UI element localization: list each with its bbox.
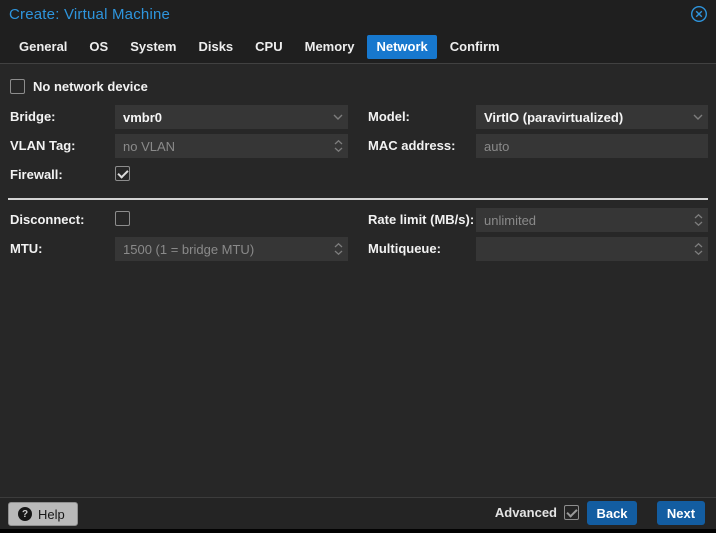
chevron-down-icon[interactable]: [328, 105, 348, 129]
tab-cpu[interactable]: CPU: [246, 35, 291, 59]
dialog-title: Create: Virtual Machine: [9, 6, 171, 23]
network-panel: No network device Bridge: Model: VLAN Ta…: [0, 65, 716, 497]
mac-address-field: [476, 134, 708, 158]
spinner-up-down-icon[interactable]: [328, 134, 348, 158]
dialog-footer: ? Help Advanced Back Next: [0, 497, 716, 529]
firewall-checkbox[interactable]: [115, 166, 130, 181]
model-combo: [476, 105, 708, 129]
multiqueue-spinner-field: [476, 237, 708, 261]
spinner-up-down-icon[interactable]: [688, 208, 708, 232]
rate-limit-spinner-field: [476, 208, 708, 232]
rate-limit-input[interactable]: [476, 208, 688, 232]
tab-memory[interactable]: Memory: [296, 35, 364, 59]
rate-limit-label: Rate limit (MB/s):: [368, 212, 475, 227]
firewall-label: Firewall:: [10, 167, 63, 182]
model-input[interactable]: [476, 105, 688, 129]
tab-network[interactable]: Network: [367, 35, 437, 59]
section-divider: [8, 198, 708, 200]
help-icon: ?: [18, 507, 32, 521]
multiqueue-label: Multiqueue:: [368, 241, 441, 256]
create-vm-dialog: Create: Virtual Machine General OS Syste…: [0, 0, 716, 533]
back-button[interactable]: Back: [587, 501, 637, 525]
next-button[interactable]: Next: [657, 501, 705, 525]
help-button[interactable]: ? Help: [8, 502, 78, 526]
mtu-label: MTU:: [10, 241, 43, 256]
mtu-spinner-field: [115, 237, 348, 261]
chevron-down-icon[interactable]: [688, 105, 708, 129]
no-network-device-row: No network device: [10, 79, 148, 94]
window-bottom-edge: [0, 529, 716, 533]
disconnect-checkbox[interactable]: [115, 211, 130, 226]
vlan-input[interactable]: [115, 134, 328, 158]
wizard-tabs: General OS System Disks CPU Memory Netwo…: [10, 35, 509, 59]
tab-general[interactable]: General: [10, 35, 76, 59]
tab-system[interactable]: System: [121, 35, 185, 59]
tab-os[interactable]: OS: [80, 35, 117, 59]
tab-confirm[interactable]: Confirm: [441, 35, 509, 59]
mtu-input[interactable]: [115, 237, 328, 261]
no-network-device-checkbox[interactable]: [10, 79, 25, 94]
help-button-label: Help: [38, 506, 65, 522]
vlan-label: VLAN Tag:: [10, 138, 76, 153]
close-icon[interactable]: [690, 5, 708, 23]
advanced-toggle-row: Advanced: [495, 505, 579, 520]
spinner-up-down-icon[interactable]: [328, 237, 348, 261]
mac-address-input[interactable]: [476, 134, 708, 158]
model-label: Model:: [368, 109, 410, 124]
no-network-device-label: No network device: [33, 79, 148, 94]
bridge-combo: [115, 105, 348, 129]
mac-address-label: MAC address:: [368, 138, 456, 153]
tab-disks[interactable]: Disks: [189, 35, 242, 59]
vlan-spinner-field: [115, 134, 348, 158]
bridge-label: Bridge:: [10, 109, 56, 124]
multiqueue-input[interactable]: [476, 237, 688, 261]
advanced-checkbox[interactable]: [564, 505, 579, 520]
disconnect-label: Disconnect:: [10, 212, 85, 227]
dialog-header: Create: Virtual Machine General OS Syste…: [0, 0, 716, 64]
spinner-up-down-icon[interactable]: [688, 237, 708, 261]
advanced-label: Advanced: [494, 505, 557, 520]
bridge-input[interactable]: [115, 105, 328, 129]
